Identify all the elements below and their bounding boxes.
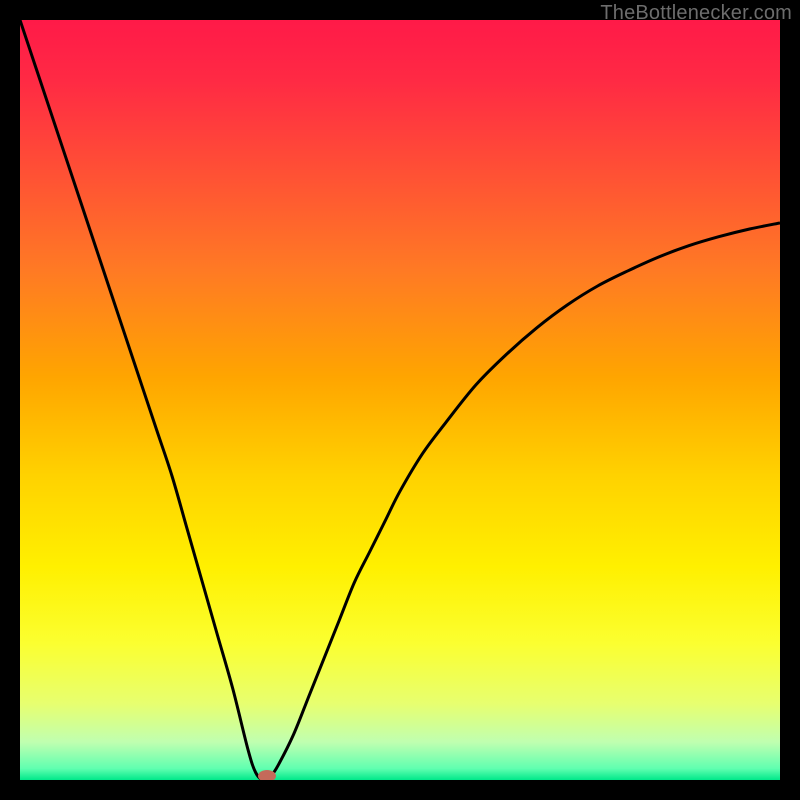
- chart-background: [20, 20, 780, 780]
- chart-frame: [20, 20, 780, 780]
- bottleneck-chart: [20, 20, 780, 780]
